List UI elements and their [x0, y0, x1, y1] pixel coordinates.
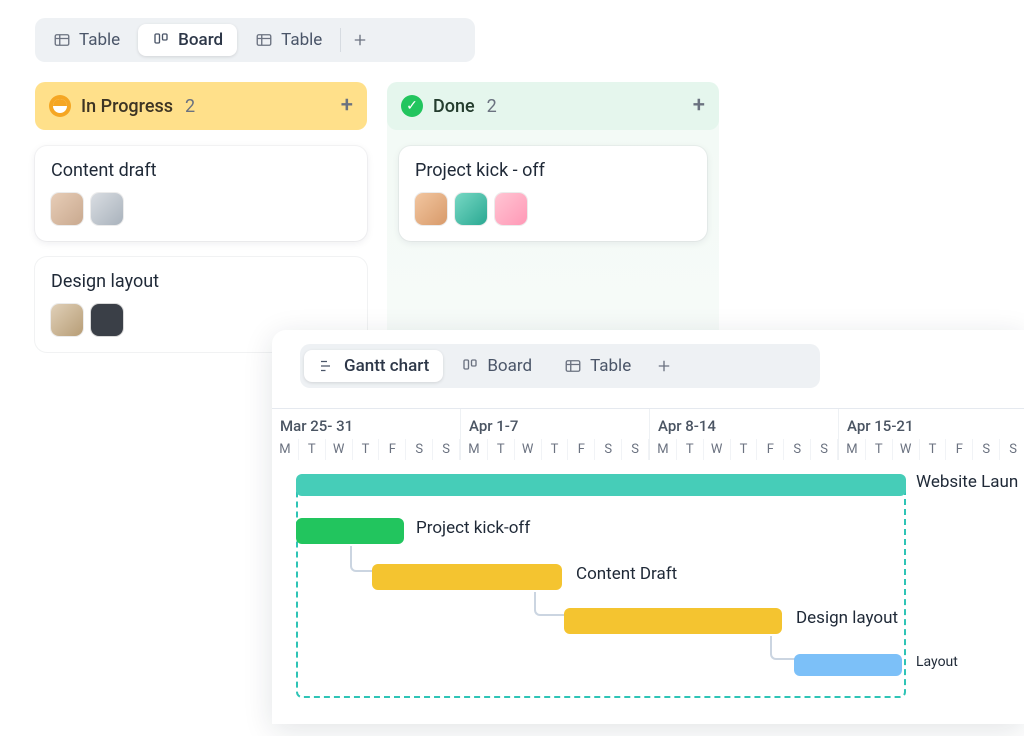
- divider: [340, 28, 341, 52]
- tab-label: Board: [487, 356, 532, 376]
- gantt-bar[interactable]: [372, 564, 562, 590]
- tab-board[interactable]: Board: [138, 24, 237, 56]
- timeline-day: M: [272, 439, 299, 460]
- gantt-bar[interactable]: [794, 654, 902, 676]
- timeline-day: S: [433, 439, 460, 460]
- timeline-day: M: [650, 439, 677, 460]
- timeline-day: S: [1000, 439, 1024, 460]
- avatar[interactable]: [51, 304, 83, 336]
- timeline-week: Apr 1-7MTWTFSS: [461, 409, 650, 460]
- in-progress-icon: [49, 95, 71, 117]
- timeline-day: W: [515, 439, 542, 460]
- gantt-bar-label: Project kick-off: [416, 518, 530, 538]
- tab-board[interactable]: Board: [447, 350, 546, 382]
- tab-label: Gantt chart: [344, 356, 429, 376]
- timeline-day: T: [353, 439, 380, 460]
- tab-table[interactable]: Table: [550, 350, 645, 382]
- timeline-day: S: [622, 439, 649, 460]
- week-range-label: Apr 8-14: [650, 409, 838, 439]
- column-count: 2: [487, 96, 497, 117]
- timeline-day: F: [568, 439, 595, 460]
- timeline-week: Apr 8-14MTWTFSS: [650, 409, 839, 460]
- timeline-week: Apr 15-21MTWTFSS: [839, 409, 1024, 460]
- timeline-header: Mar 25- 31MTWTFSSApr 1-7MTWTFSSApr 8-14M…: [272, 408, 1024, 460]
- table-icon: [53, 31, 71, 49]
- timeline-day: M: [461, 439, 488, 460]
- card[interactable]: Project kick - off: [399, 146, 707, 241]
- gantt-bar-label: Website Laun: [916, 472, 1018, 492]
- table-icon: [255, 31, 273, 49]
- board-icon: [461, 357, 479, 375]
- timeline-day: F: [946, 439, 973, 460]
- gantt-body[interactable]: Website Laun Project kick-off Content Dr…: [272, 464, 1024, 724]
- timeline-day: T: [731, 439, 758, 460]
- timeline-day: S: [784, 439, 811, 460]
- timeline-week: Mar 25- 31MTWTFSS: [272, 409, 461, 460]
- tab-label: Board: [178, 30, 223, 50]
- add-view-button[interactable]: [649, 351, 679, 381]
- add-view-button[interactable]: [345, 25, 375, 55]
- gantt-bar-project[interactable]: [296, 474, 906, 496]
- gantt-panel: Gantt chart Board Table Mar 25- 31MTWTFS…: [272, 330, 1024, 724]
- timeline-day: S: [811, 439, 838, 460]
- column-title: In Progress: [81, 96, 173, 117]
- board-icon: [152, 31, 170, 49]
- avatar[interactable]: [495, 193, 527, 225]
- timeline-day: W: [893, 439, 920, 460]
- timeline-day: S: [973, 439, 1000, 460]
- timeline-day: F: [379, 439, 406, 460]
- timeline-day: T: [920, 439, 947, 460]
- week-range-label: Apr 1-7: [461, 409, 649, 439]
- dependency-arrow: [350, 546, 374, 572]
- timeline-day: M: [839, 439, 866, 460]
- timeline-day: T: [488, 439, 515, 460]
- card[interactable]: Content draft: [35, 146, 367, 241]
- column-in-progress: In Progress 2 + Content draft Design lay…: [35, 82, 367, 362]
- add-card-button[interactable]: +: [341, 95, 353, 117]
- card-avatars: [51, 193, 351, 225]
- timeline-day: W: [326, 439, 353, 460]
- gantt-bar-label: Design layout: [796, 608, 898, 628]
- gantt-bar-label: Layout: [916, 654, 958, 670]
- table-icon: [564, 357, 582, 375]
- tab-table-2[interactable]: Table: [241, 24, 336, 56]
- tab-gantt[interactable]: Gantt chart: [304, 350, 443, 382]
- timeline-day: F: [757, 439, 784, 460]
- gantt-icon: [318, 357, 336, 375]
- column-header[interactable]: ✓ Done 2 +: [387, 82, 719, 130]
- done-icon: ✓: [401, 95, 423, 117]
- tab-table-1[interactable]: Table: [39, 24, 134, 56]
- timeline-day: T: [677, 439, 704, 460]
- timeline-day: T: [299, 439, 326, 460]
- gantt-bar-label: Content Draft: [576, 564, 677, 584]
- timeline-day: T: [542, 439, 569, 460]
- gantt-view-tabs: Gantt chart Board Table: [300, 344, 820, 388]
- card-title: Project kick - off: [415, 160, 691, 181]
- column-done: ✓ Done 2 + Project kick - off: [387, 82, 719, 362]
- add-card-button[interactable]: +: [693, 95, 705, 117]
- column-header[interactable]: In Progress 2 +: [35, 82, 367, 130]
- week-range-label: Mar 25- 31: [272, 409, 460, 439]
- column-count: 2: [185, 96, 195, 117]
- card-avatars: [415, 193, 691, 225]
- avatar[interactable]: [91, 304, 123, 336]
- timeline-day: T: [866, 439, 893, 460]
- gantt-bar[interactable]: [564, 608, 782, 634]
- card-title: Content draft: [51, 160, 351, 181]
- timeline-day: S: [595, 439, 622, 460]
- board-view-tabs: Table Board Table: [35, 18, 475, 62]
- gantt-bar[interactable]: [296, 518, 404, 544]
- tab-label: Table: [79, 30, 120, 50]
- timeline-day: W: [704, 439, 731, 460]
- avatar[interactable]: [91, 193, 123, 225]
- avatar[interactable]: [51, 193, 83, 225]
- timeline-day: S: [406, 439, 433, 460]
- tab-label: Table: [281, 30, 322, 50]
- avatar[interactable]: [455, 193, 487, 225]
- column-title: Done: [433, 96, 475, 117]
- tab-label: Table: [590, 356, 631, 376]
- avatar[interactable]: [415, 193, 447, 225]
- card-title: Design layout: [51, 271, 351, 292]
- week-range-label: Apr 15-21: [839, 409, 1024, 439]
